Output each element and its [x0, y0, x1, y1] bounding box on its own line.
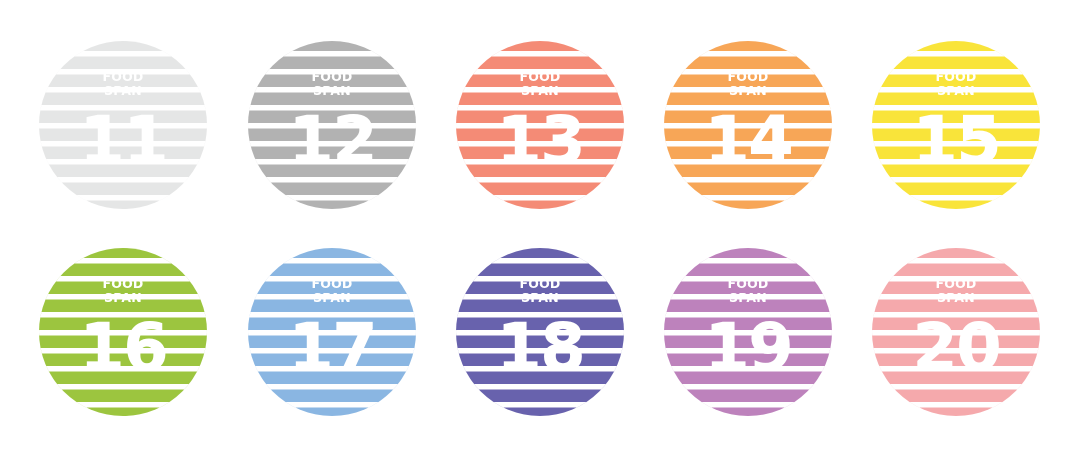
- badge-5: FOOD SPAN 16: [39, 248, 207, 416]
- brand-line-2: SPAN: [937, 290, 975, 305]
- brand-line-1: FOOD: [312, 276, 353, 291]
- badge-0: FOOD SPAN 11: [39, 41, 207, 209]
- brand-line-2: SPAN: [729, 83, 767, 98]
- badge-3: FOOD SPAN 14: [664, 41, 832, 209]
- stripe: [456, 258, 624, 264]
- badge-number: 13: [496, 102, 584, 179]
- badge-graphic: FOODSPAN 15: [872, 41, 1040, 209]
- stripe: [39, 195, 207, 201]
- badge-graphic: FOODSPAN 16: [39, 248, 207, 416]
- badge-number: 15: [912, 102, 1000, 179]
- brand-line-2: SPAN: [937, 83, 975, 98]
- badge-2: FOOD SPAN 13: [456, 41, 624, 209]
- brand-line-1: FOOD: [728, 276, 769, 291]
- stripe: [872, 402, 1040, 408]
- brand-line-2: SPAN: [104, 83, 142, 98]
- stripe: [872, 258, 1040, 264]
- badge-number: 14: [704, 102, 792, 179]
- stripe: [872, 195, 1040, 201]
- badge-number: 16: [79, 309, 167, 386]
- badge-6: FOOD SPAN 17: [248, 248, 416, 416]
- brand-line-2: SPAN: [521, 290, 559, 305]
- stripe: [39, 258, 207, 264]
- stripe: [39, 402, 207, 408]
- badge-graphic: FOODSPAN 20: [872, 248, 1040, 416]
- badge-number: 17: [288, 309, 376, 386]
- brand-line-1: FOOD: [936, 276, 977, 291]
- badge-graphic: FOODSPAN 19: [664, 248, 832, 416]
- stripe: [664, 195, 832, 201]
- stripe: [248, 51, 416, 57]
- badge-number: 20: [912, 309, 1000, 386]
- badge-8: FOOD SPAN 19: [664, 248, 832, 416]
- stripe: [664, 402, 832, 408]
- badge-graphic: FOODSPAN 17: [248, 248, 416, 416]
- stripe: [664, 51, 832, 57]
- stripe: [248, 195, 416, 201]
- badge-graphic: FOODSPAN 12: [248, 41, 416, 209]
- badge-grid: FOOD SPAN 11 FOOD SPAN 12 FOOD SPAN 13 FOOD SPAN 14…: [0, 0, 1080, 457]
- badge-4: FOOD SPAN 15: [872, 41, 1040, 209]
- badge-number: 11: [79, 102, 167, 179]
- stripe: [872, 51, 1040, 57]
- badge-graphic: FOODSPAN 13: [456, 41, 624, 209]
- badge-9: FOOD SPAN 20: [872, 248, 1040, 416]
- brand-line-1: FOOD: [103, 69, 144, 84]
- badge-graphic: FOODSPAN 18: [456, 248, 624, 416]
- brand-line-1: FOOD: [936, 69, 977, 84]
- brand-line-1: FOOD: [312, 69, 353, 84]
- badge-graphic: FOODSPAN 11: [39, 41, 207, 209]
- stripe: [456, 195, 624, 201]
- brand-line-2: SPAN: [729, 290, 767, 305]
- badge-7: FOOD SPAN 18: [456, 248, 624, 416]
- stripe: [456, 402, 624, 408]
- brand-line-2: SPAN: [521, 83, 559, 98]
- stripe: [248, 258, 416, 264]
- brand-line-1: FOOD: [520, 276, 561, 291]
- stripe: [39, 51, 207, 57]
- brand-line-2: SPAN: [313, 83, 351, 98]
- badge-1: FOOD SPAN 12: [248, 41, 416, 209]
- badge-number: 19: [704, 309, 792, 386]
- brand-line-2: SPAN: [313, 290, 351, 305]
- badge-graphic: FOODSPAN 14: [664, 41, 832, 209]
- badge-number: 18: [496, 309, 584, 386]
- badge-number: 12: [288, 102, 376, 179]
- stripe: [664, 258, 832, 264]
- brand-line-1: FOOD: [103, 276, 144, 291]
- stripe: [456, 51, 624, 57]
- brand-line-1: FOOD: [520, 69, 561, 84]
- stripe: [248, 402, 416, 408]
- brand-line-2: SPAN: [104, 290, 142, 305]
- brand-line-1: FOOD: [728, 69, 769, 84]
